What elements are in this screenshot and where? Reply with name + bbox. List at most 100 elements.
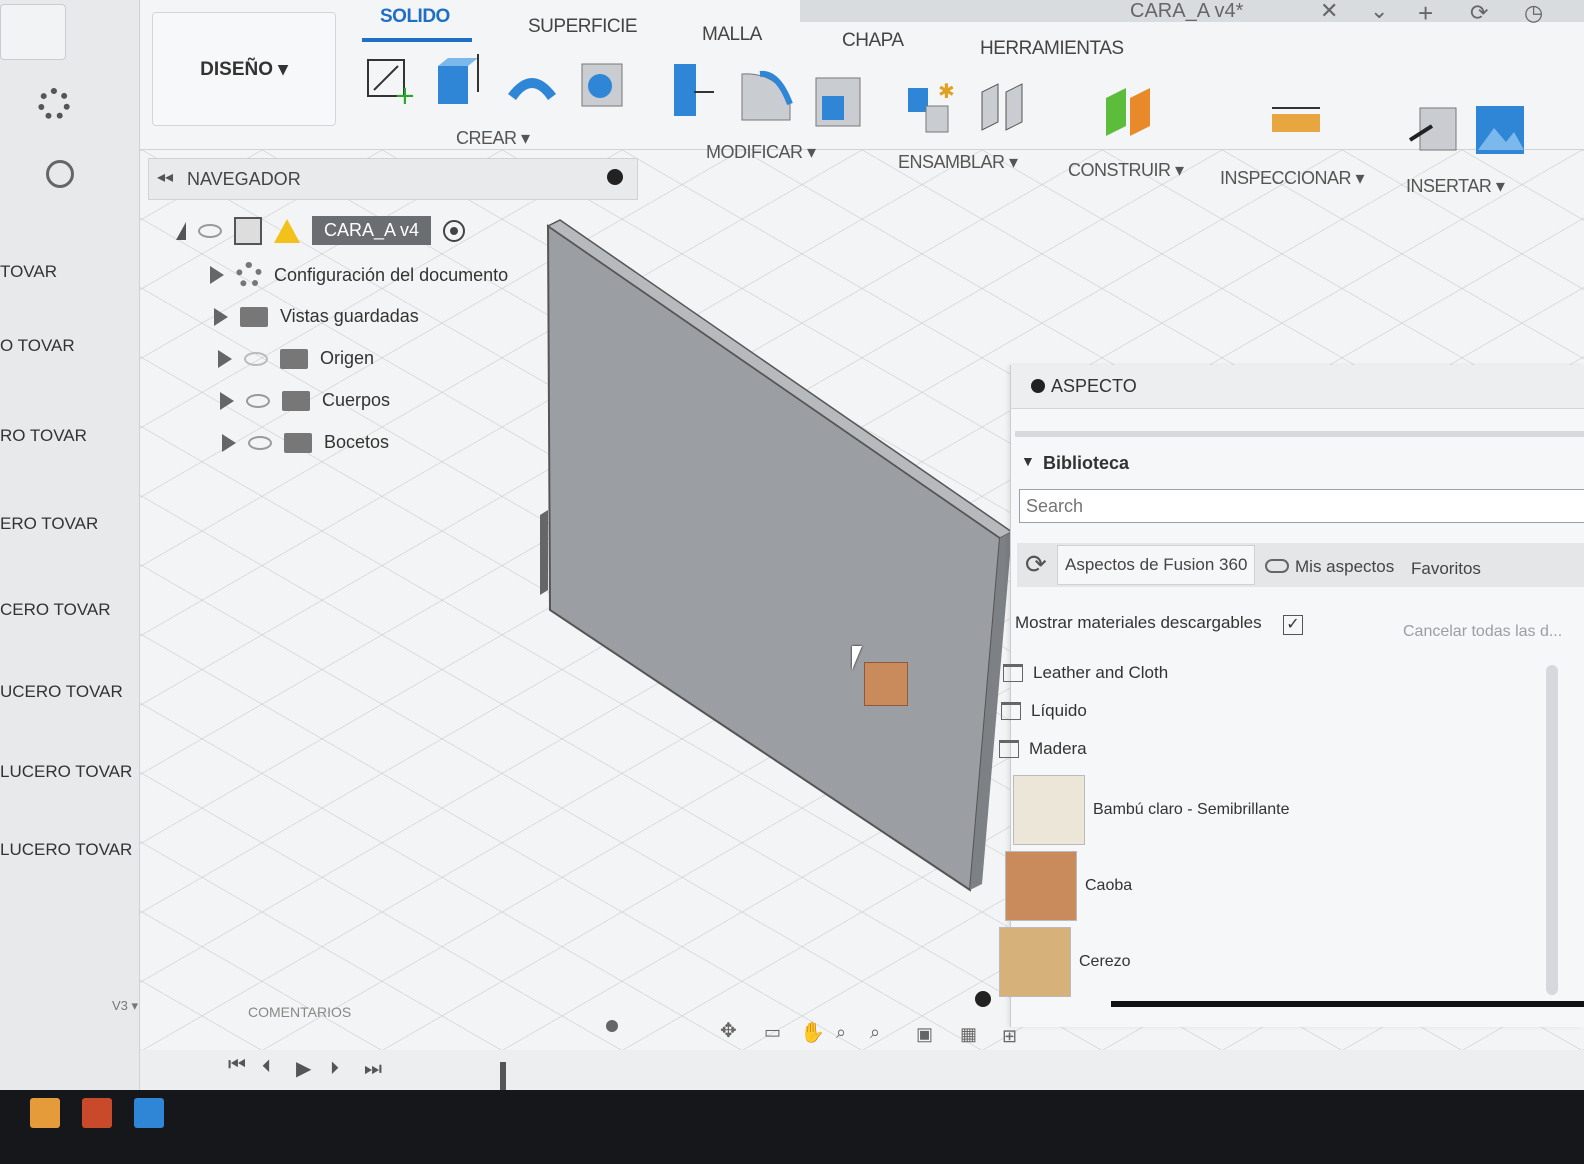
new-component-icon[interactable]: ✱ [904,78,956,134]
root-triangle-icon[interactable] [176,221,186,240]
expand-triangle-icon[interactable] [214,307,228,326]
browser-item-bodies[interactable]: Cuerpos [220,390,390,411]
visibility-icon[interactable] [248,435,272,450]
left-input[interactable] [0,4,66,60]
fusion-taskbar-icon[interactable] [30,1098,60,1128]
root-component-name[interactable]: CARA_A v4 [312,216,432,245]
grid-settings-icon[interactable]: ▦ [960,1024,977,1045]
workspace-dropdown[interactable]: DISEÑO ▾ [152,12,336,126]
collapse-icon[interactable]: ◂◂ [157,167,173,187]
material-item[interactable]: Bambú claro - Semibrillante [1013,775,1290,845]
show-downloadable-checkbox[interactable]: ✓ [1283,615,1303,635]
list-item[interactable]: ERO TOVAR [0,514,98,534]
sync-icon[interactable]: ⟳ [1470,0,1488,26]
browser-panel-header[interactable]: ◂◂ NAVEGADOR [148,158,638,200]
measure-icon[interactable] [1268,98,1320,154]
revolve-icon[interactable] [504,58,556,114]
group-crear[interactable]: CREAR ▾ [456,128,530,149]
expand-triangle-icon[interactable] [218,349,232,368]
category-liquid[interactable]: Líquido [1001,701,1087,721]
search-input[interactable] [1019,489,1584,523]
caret-down-icon[interactable]: ▼ [1021,453,1035,469]
first-frame-icon[interactable]: ⏮ [228,1054,246,1077]
group-ensamblar[interactable]: ENSAMBLAR ▾ [898,152,1018,173]
expand-triangle-icon[interactable] [210,266,224,284]
plus-icon[interactable]: + [1418,0,1433,29]
tab-herramientas[interactable]: HERRAMIENTAS [980,38,1124,60]
activate-radio-icon[interactable] [443,219,466,242]
list-item[interactable]: TOVAR [0,262,57,282]
timeline-marker-icon[interactable] [500,1062,506,1090]
orbit-icon[interactable]: ✥ [720,1018,737,1043]
fillet-icon[interactable] [738,64,793,121]
viewports-icon[interactable]: ⊞ [1002,1026,1017,1047]
material-item[interactable]: Cerezo [999,927,1131,997]
group-construir[interactable]: CONSTRUIR ▾ [1068,160,1184,181]
category-leather[interactable]: Leather and Cloth [1003,663,1168,683]
list-item[interactable]: LUCERO TOVAR [0,762,132,782]
expand-triangle-icon[interactable] [222,433,236,452]
zoom-window-icon[interactable]: ⌕ [870,1022,880,1043]
prev-frame-icon[interactable]: ⏴ [262,1056,271,1077]
list-item[interactable]: RO TOVAR [0,426,87,446]
photos-taskbar-icon[interactable] [134,1098,164,1128]
tab-favorites[interactable]: Favoritos [1411,559,1481,579]
browser-item-sketches[interactable]: Bocetos [222,432,389,453]
zoom-icon[interactable]: ⌕ [836,1022,846,1043]
group-insertar[interactable]: INSERTAR ▾ [1406,176,1505,197]
pan-icon[interactable]: ✋ [800,1020,825,1045]
version-dropdown[interactable]: V3 ▾ [112,998,138,1014]
visibility-icon[interactable] [198,223,222,238]
material-item[interactable]: Caoba [1005,851,1132,921]
tab-solido[interactable]: SOLIDO [380,6,450,28]
visibility-icon[interactable] [246,393,270,408]
cancel-all-link[interactable]: Cancelar todas las d... [1403,623,1562,641]
tab-my-appearances[interactable]: Mis aspectos [1295,557,1394,577]
browser-item-config[interactable]: Configuración del documento [210,262,508,288]
browser-item-origin[interactable]: Origen [218,348,374,369]
chevron-down-icon[interactable]: ⌄ [1370,0,1388,24]
pin-icon[interactable] [607,169,623,185]
close-icon[interactable]: ✕ [1320,0,1338,24]
play-icon[interactable]: ▶ [296,1056,311,1081]
tab-chapa[interactable]: CHAPA [842,30,904,52]
list-item[interactable]: O TOVAR [0,336,75,356]
panel-scrollbar[interactable] [1546,665,1558,995]
offset-plane-icon[interactable] [1102,84,1154,140]
add-comment-icon[interactable] [606,1020,618,1032]
list-item[interactable]: UCERO TOVAR [0,682,123,702]
insert-derive-icon[interactable] [1406,100,1458,156]
joint-icon[interactable] [976,78,1028,134]
expand-triangle-icon[interactable] [220,391,234,410]
press-pull-icon[interactable] [668,60,720,116]
category-label: Madera [1029,739,1087,758]
group-modificar[interactable]: MODIFICAR ▾ [706,142,816,163]
last-frame-icon[interactable]: ⏭ [364,1058,382,1081]
gear-icon[interactable] [38,88,70,120]
appearance-header[interactable]: ASPECTO [1011,365,1584,409]
file-tab-title[interactable]: CARA_A v4* [1130,0,1243,23]
clock-icon[interactable]: ◷ [1524,0,1543,26]
category-wood[interactable]: Madera [999,739,1087,759]
hole-icon[interactable] [576,56,628,112]
browser-root[interactable]: CARA_A v4 [176,216,466,245]
list-item[interactable]: CERO TOVAR [0,600,111,620]
list-item[interactable]: LUCERO TOVAR [0,840,132,860]
sketch-icon[interactable]: + [364,52,416,111]
hidden-eye-icon[interactable] [244,351,268,366]
browser-item-views[interactable]: Vistas guardadas [214,306,419,327]
globe-icon[interactable] [46,160,74,188]
display-settings-icon[interactable]: ▣ [916,1024,933,1045]
left-file-list: TOVAR O TOVAR RO TOVAR ERO TOVAR CERO TO… [0,0,156,1090]
extrude-icon[interactable] [432,52,484,108]
group-inspeccionar[interactable]: INSPECCIONAR ▾ [1220,168,1365,189]
look-at-icon[interactable]: ▭ [764,1022,781,1043]
powerpoint-taskbar-icon[interactable] [82,1098,112,1128]
next-frame-icon[interactable]: ⏵ [330,1058,339,1079]
refresh-icon[interactable]: ⟳ [1025,549,1047,580]
insert-image-icon[interactable] [1472,102,1524,158]
tab-malla[interactable]: MALLA [702,24,762,46]
minimize-icon[interactable] [1031,379,1045,393]
tab-superficie[interactable]: SUPERFICIE [528,16,638,38]
shell-icon[interactable] [812,70,864,127]
